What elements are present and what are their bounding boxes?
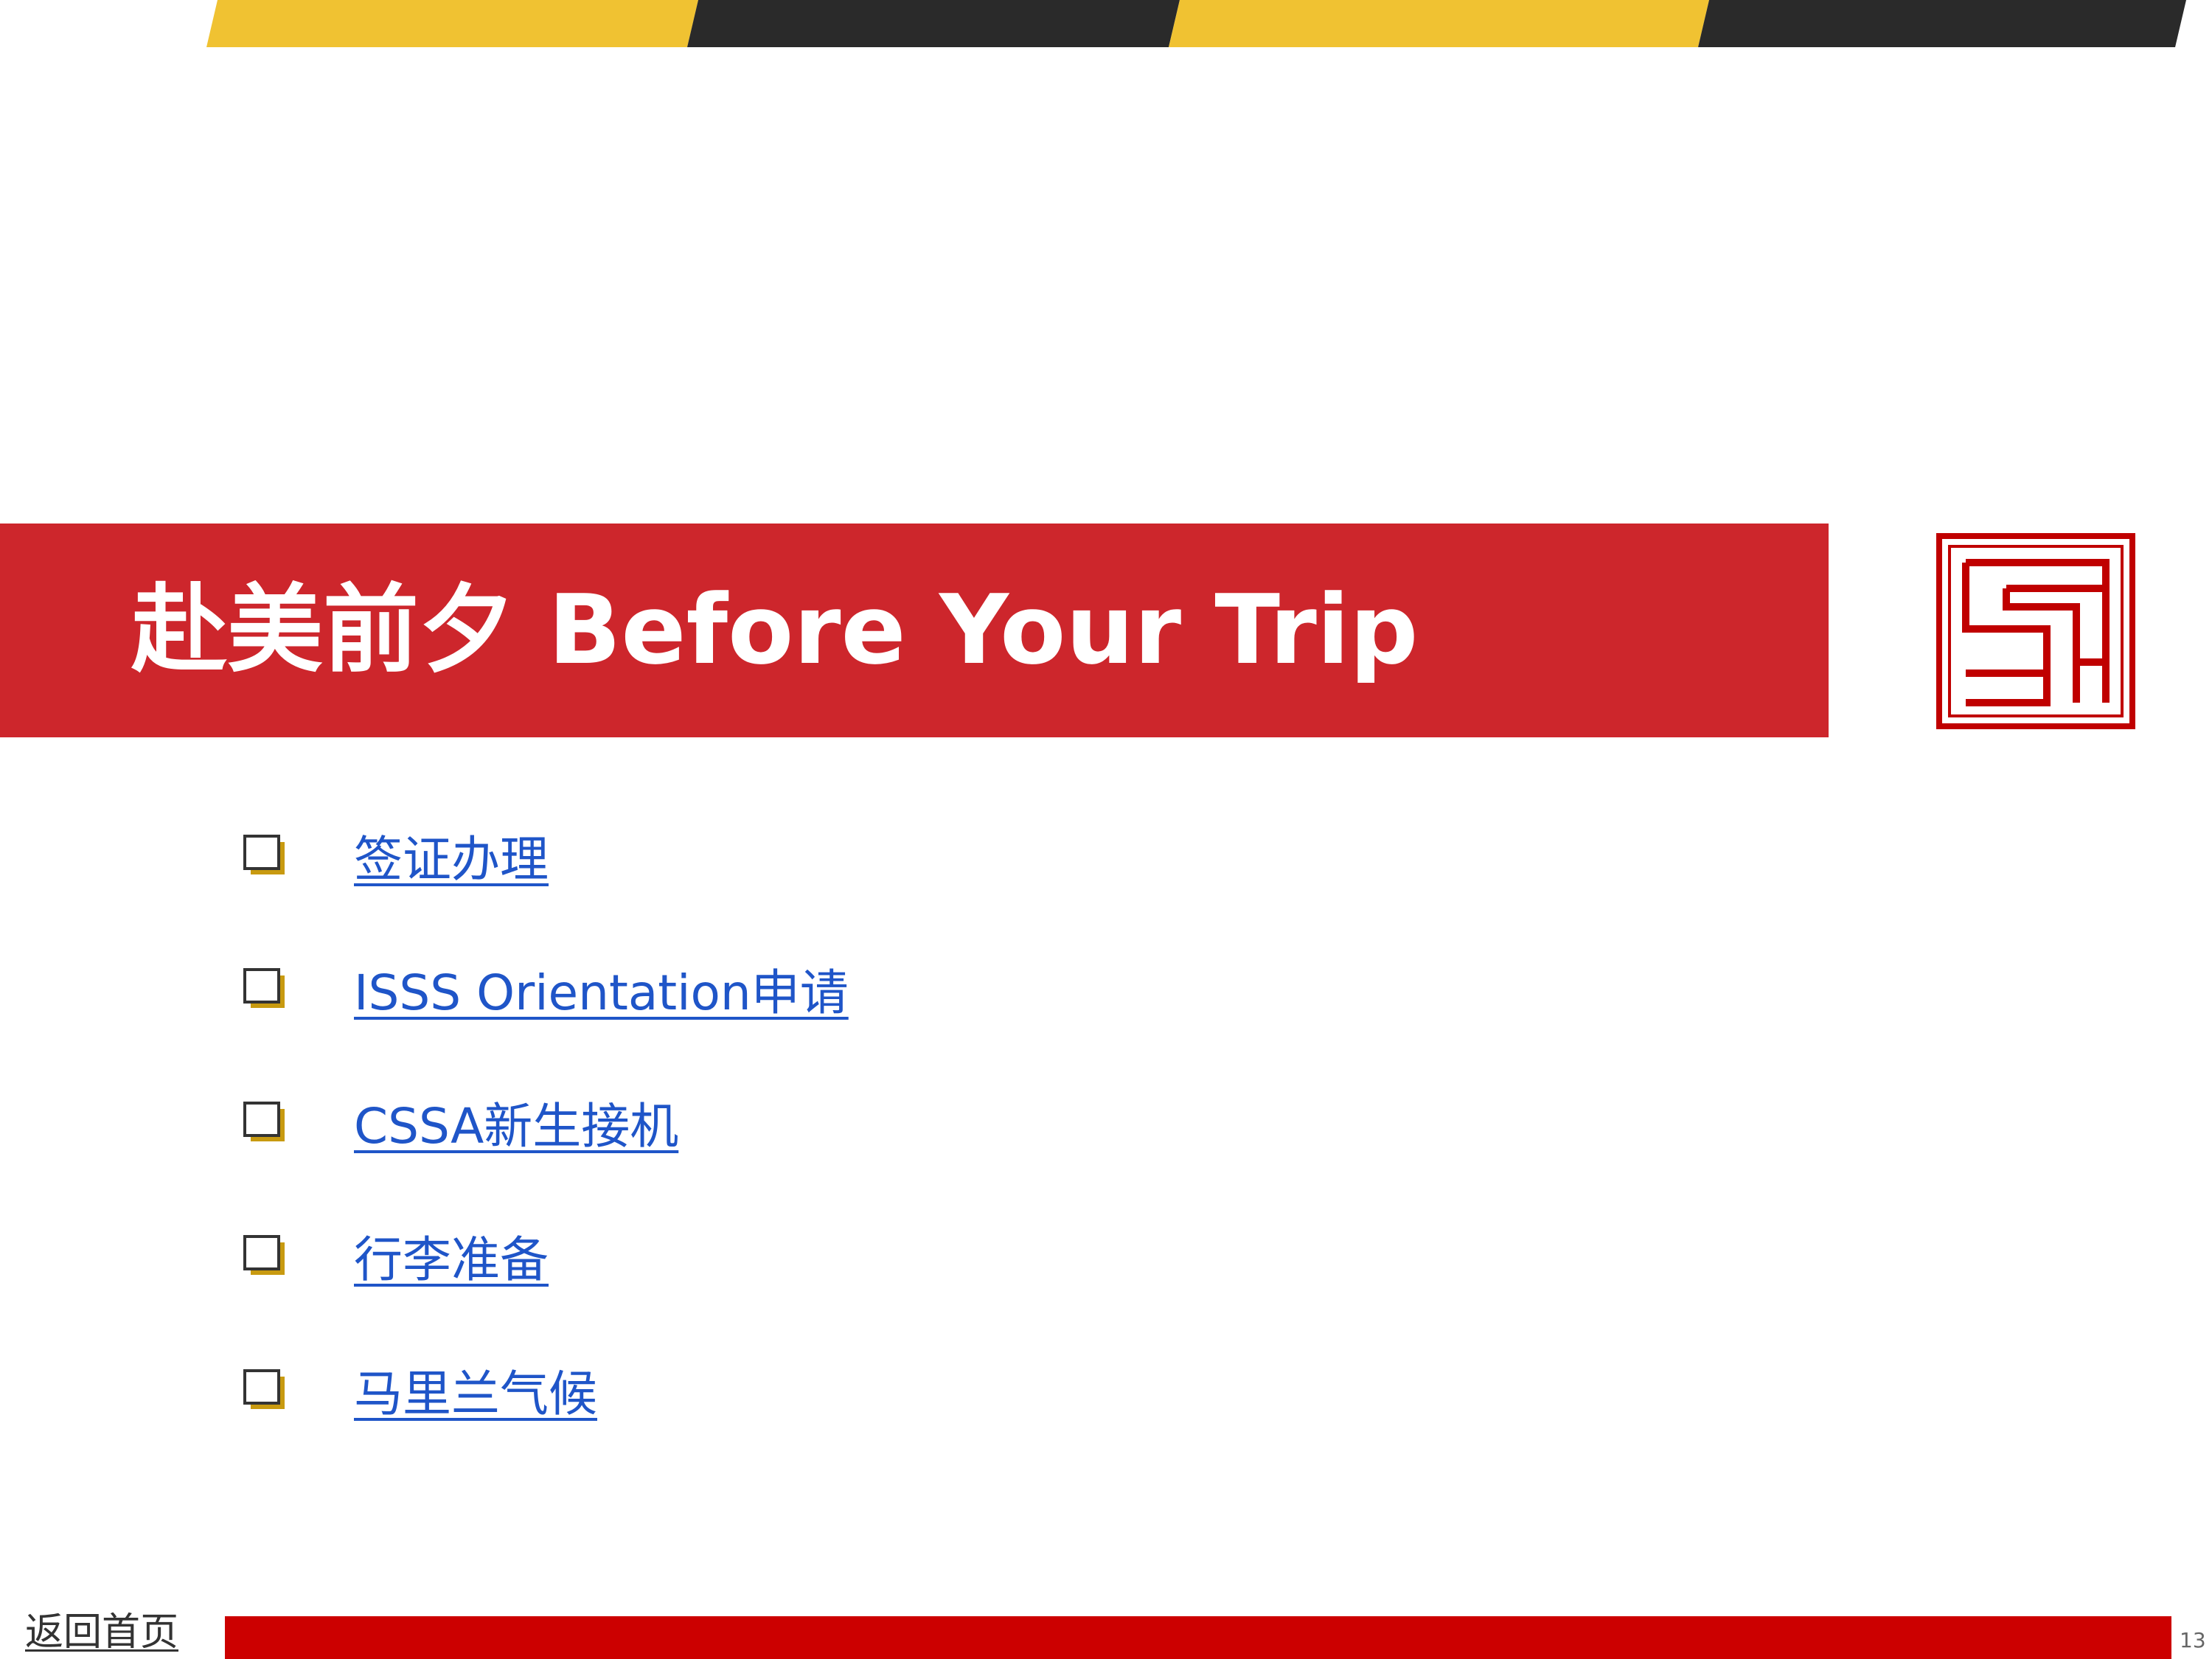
footer-bar bbox=[225, 1616, 2171, 1659]
menu-link-visa[interactable]: 签证办理 bbox=[354, 820, 549, 891]
checkbox-bullet-icon bbox=[243, 835, 285, 874]
slide-title: 赴美前夕 Before Your Trip bbox=[131, 574, 1419, 686]
menu-item-maryland-climate[interactable]: 马里兰气候 bbox=[243, 1349, 597, 1430]
top-decorative-stripes bbox=[206, 0, 2186, 47]
menu-link-isss-orientation[interactable]: ISSS Orientation申请 bbox=[354, 953, 849, 1024]
checkbox-bullet-icon bbox=[243, 1102, 285, 1141]
checkbox-bullet-icon bbox=[243, 968, 285, 1008]
menu-item-cssa-pickup[interactable]: CSSA新生接机 bbox=[243, 1082, 678, 1163]
menu-item-visa[interactable]: 签证办理 bbox=[243, 815, 549, 896]
menu-item-luggage[interactable]: 行李准备 bbox=[243, 1215, 549, 1296]
stripe-yellow-2 bbox=[1169, 0, 1709, 47]
page-number: 13 bbox=[2180, 1628, 2206, 1652]
seal-logo-icon bbox=[1936, 533, 2135, 729]
menu-link-luggage[interactable]: 行李准备 bbox=[354, 1220, 549, 1291]
menu-link-maryland-climate[interactable]: 马里兰气候 bbox=[354, 1354, 597, 1425]
back-to-home-link[interactable]: 返回首页 bbox=[25, 1609, 178, 1656]
checkbox-bullet-icon bbox=[243, 1369, 285, 1409]
checkbox-bullet-icon bbox=[243, 1235, 285, 1275]
menu-item-isss-orientation[interactable]: ISSS Orientation申请 bbox=[243, 948, 849, 1029]
menu-link-cssa-pickup[interactable]: CSSA新生接机 bbox=[354, 1087, 678, 1158]
stripe-dark-2 bbox=[1698, 0, 2186, 47]
stripe-yellow-1 bbox=[206, 0, 698, 47]
stripe-dark-1 bbox=[687, 0, 1180, 47]
topic-menu: 签证办理 ISSS Orientation申请 CSSA新生接机 行李准备 马里… bbox=[0, 0, 2212, 1659]
